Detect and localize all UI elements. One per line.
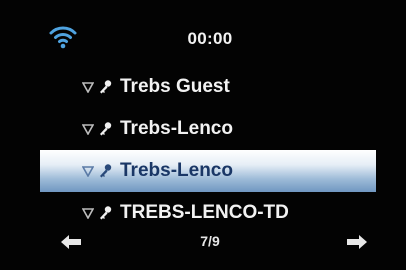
key-icon [100, 206, 112, 220]
clock: 00:00 [187, 29, 233, 48]
key-icon [100, 80, 112, 94]
key-icon [100, 164, 112, 178]
network-name: Trebs-Lenco [120, 118, 233, 139]
signal-strength-icon [82, 124, 94, 135]
arrow-right-icon[interactable] [346, 234, 368, 250]
signal-strength-icon [82, 166, 94, 177]
signal-strength-icon [82, 82, 94, 93]
key-icon [100, 122, 112, 136]
wifi-icon [49, 26, 77, 49]
network-item[interactable]: Trebs-Lenco [0, 108, 406, 150]
network-name: TREBS-LENCO-TD [120, 202, 289, 223]
footer-bar: 7/9 [0, 228, 406, 258]
status-bar: 00:00 [0, 22, 406, 58]
network-name: Trebs-Lenco [120, 160, 233, 181]
wifi-network-list: Trebs Guest Trebs-Lenco Trebs-Lenco TREB… [0, 66, 406, 234]
arrow-left-icon[interactable] [60, 234, 82, 250]
network-name: Trebs Guest [120, 76, 230, 97]
device-screen: 00:00 Trebs Guest Trebs-Lenco Trebs-Lenc… [0, 0, 406, 270]
signal-strength-icon [82, 208, 94, 219]
network-item[interactable]: Trebs Guest [0, 66, 406, 108]
network-item-selected[interactable]: Trebs-Lenco [40, 150, 376, 192]
page-indicator: 7/9 [200, 233, 220, 249]
